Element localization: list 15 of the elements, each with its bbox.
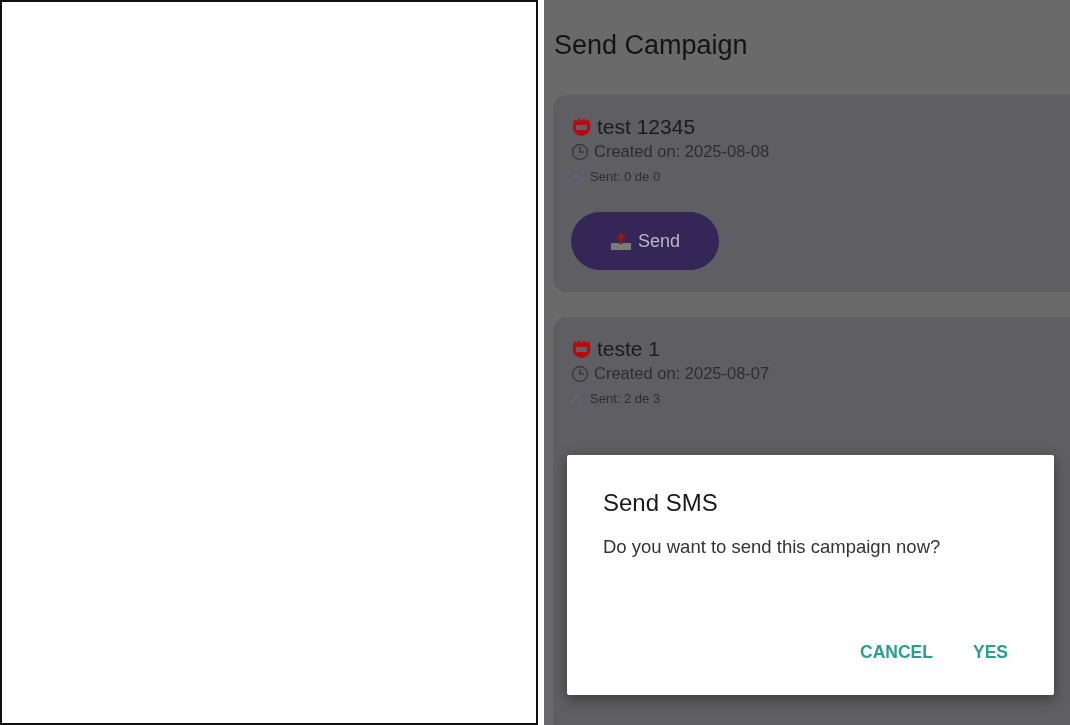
screen-title: Send Campaign [554,30,749,61]
clock-icon [571,364,589,383]
arrow-icon [571,393,585,404]
dialog-message: Do you want to send this campaign now? [603,535,942,559]
upload-icon [609,231,632,251]
calendar-icon [571,339,592,359]
campaign-name: test 12345 [597,115,696,139]
cancel-button[interactable]: CANCEL [860,642,933,663]
campaign-name: teste 1 [597,337,661,361]
send-button[interactable]: Send [571,212,719,270]
arrow-icon [571,171,585,182]
clock-icon [571,142,589,161]
confirm-button[interactable]: YES [972,642,1008,663]
calendar-icon [571,117,592,137]
dialog-title: Send SMS [603,489,719,517]
